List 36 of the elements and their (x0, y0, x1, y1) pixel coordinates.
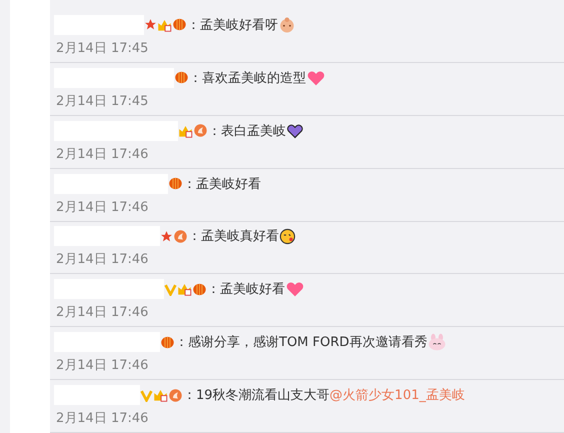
crown-icon (177, 282, 192, 296)
comment-time: 2月14日 17:46 (55, 198, 150, 216)
wink-face-icon (279, 228, 296, 245)
comment-time: 2月14日 17:46 (55, 304, 150, 322)
comment-text: ：孟美岐真好看 (188, 228, 279, 246)
comment-text: ：感谢分享，感谢TOM FORD再次邀请看秀 (175, 334, 428, 352)
comment-time: 2月14日 17:45 (55, 40, 150, 57)
comment-time: 2月14日 17:46 (55, 146, 150, 163)
crown-icon (153, 388, 168, 402)
mention-link[interactable]: @火箭少女101_孟美岐 (330, 386, 465, 404)
crown-icon (178, 124, 193, 138)
lantern-icon (174, 70, 189, 86)
comment-text: ：喜欢孟美岐的造型 (189, 70, 306, 87)
lantern-icon (160, 334, 175, 350)
verified-icon (140, 388, 153, 402)
heart-icon (286, 122, 304, 139)
comment-time: 2月14日 17:46 (55, 410, 150, 428)
comment-time: 2月14日 17:45 (55, 92, 150, 110)
comment-time: 2月14日 17:46 (55, 357, 150, 374)
heart-icon (306, 68, 326, 87)
lantern-icon (172, 17, 187, 32)
star-icon (144, 18, 157, 32)
lantern-icon (168, 176, 183, 192)
comment-text: ：19秋冬潮流看山支大哥 (183, 387, 330, 404)
lantern-icon (192, 282, 207, 297)
comment-text: ：孟美岐好看 (183, 176, 261, 193)
comment-time: 2月14日 17:46 (55, 251, 150, 268)
verified-icon (164, 282, 177, 296)
comment-text: ：表白孟美岐 (208, 122, 286, 140)
bun-face-icon (278, 16, 296, 34)
bunny-face-icon (427, 333, 448, 352)
star-icon (160, 230, 173, 243)
comment-text: ：孟美岐好看 (207, 281, 285, 298)
crown-icon (157, 18, 172, 32)
comment-text: ：孟美岐好看呀 (187, 16, 278, 34)
heart-icon (285, 280, 305, 298)
